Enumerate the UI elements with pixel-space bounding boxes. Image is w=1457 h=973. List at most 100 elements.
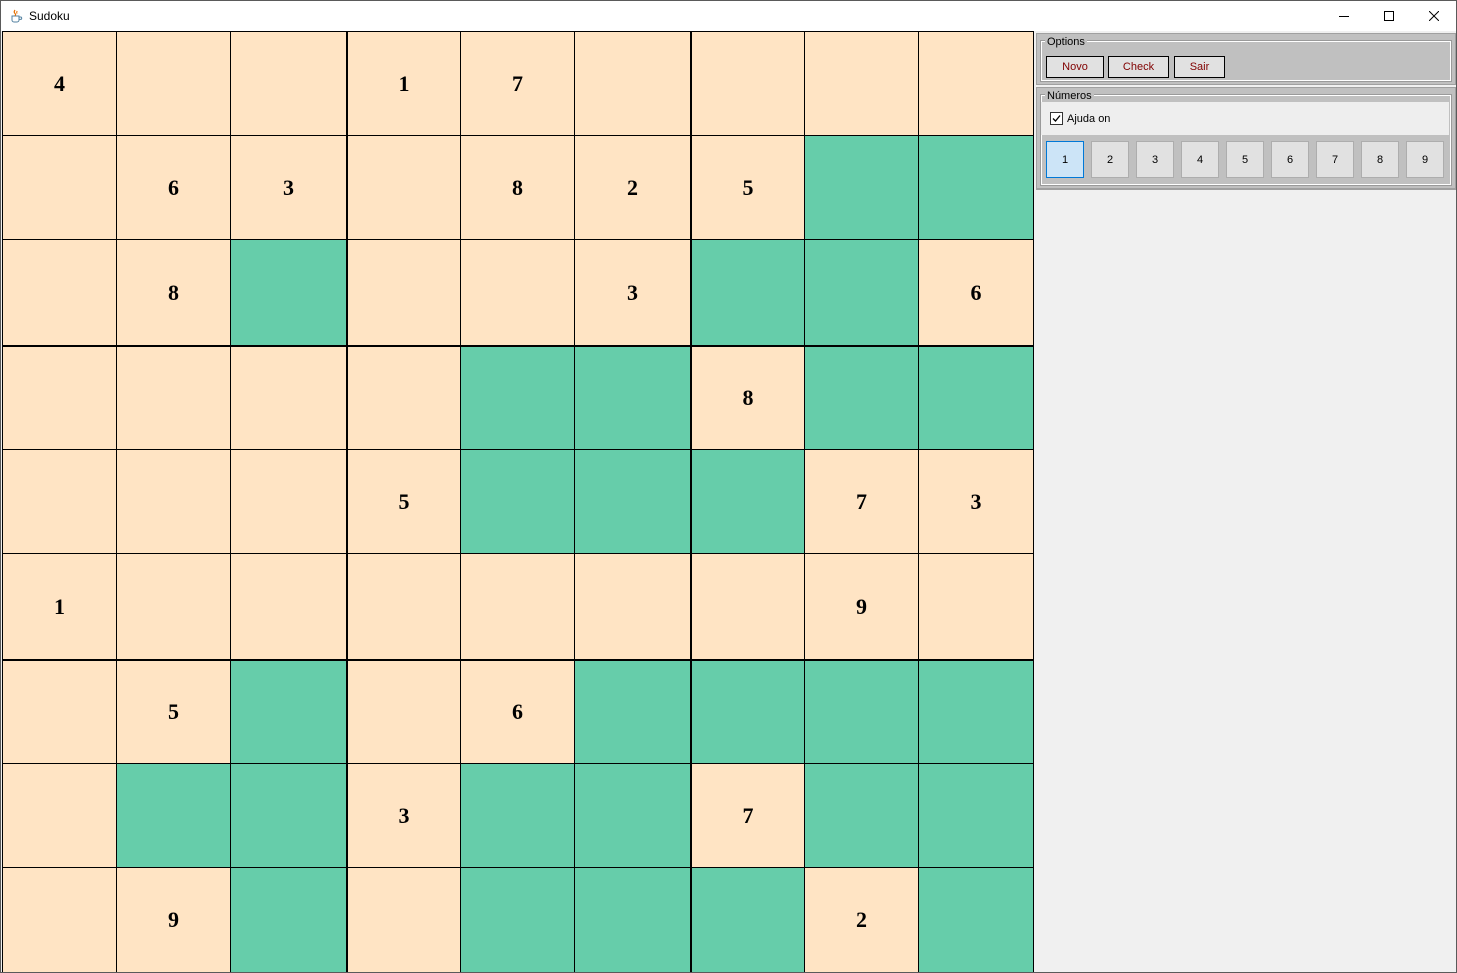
sudoku-cell[interactable] — [3, 450, 116, 553]
hint-cell[interactable] — [692, 661, 804, 763]
help-checkbox[interactable] — [1050, 112, 1063, 125]
number-button-2[interactable]: 2 — [1091, 141, 1129, 178]
minimize-button[interactable] — [1321, 1, 1366, 31]
hint-cell[interactable] — [805, 661, 918, 763]
hint-cell[interactable] — [805, 764, 918, 867]
sudoku-cell[interactable] — [3, 764, 116, 867]
sudoku-cell[interactable] — [231, 554, 346, 659]
sudoku-cell[interactable] — [3, 136, 116, 239]
sudoku-cell[interactable]: 3 — [348, 764, 460, 867]
number-button-3[interactable]: 3 — [1136, 141, 1174, 178]
sudoku-cell[interactable]: 7 — [692, 764, 804, 867]
hint-cell[interactable] — [805, 347, 918, 449]
hint-cell[interactable] — [461, 450, 574, 553]
sudoku-cell[interactable]: 8 — [461, 136, 574, 239]
hint-cell[interactable] — [575, 347, 690, 449]
minimize-icon — [1338, 16, 1349, 17]
sudoku-cell[interactable] — [117, 450, 230, 553]
sudoku-cell[interactable] — [231, 347, 346, 449]
sudoku-cell[interactable] — [117, 32, 230, 135]
sudoku-cell[interactable] — [3, 240, 116, 345]
sudoku-cell[interactable]: 5 — [348, 450, 460, 553]
sudoku-cell[interactable]: 4 — [3, 32, 116, 135]
sudoku-cell[interactable] — [919, 32, 1033, 135]
java-cup-icon — [9, 9, 23, 23]
hint-cell[interactable] — [919, 347, 1033, 449]
hint-cell[interactable] — [461, 764, 574, 867]
hint-cell[interactable] — [575, 450, 690, 553]
hint-cell[interactable] — [919, 136, 1033, 239]
hint-cell[interactable] — [461, 347, 574, 449]
number-button-6[interactable]: 6 — [1271, 141, 1309, 178]
sudoku-cell[interactable] — [348, 347, 460, 449]
sudoku-cell[interactable] — [3, 868, 116, 972]
sudoku-cell[interactable] — [3, 661, 116, 763]
hint-cell[interactable] — [692, 868, 804, 972]
sudoku-cell[interactable]: 3 — [919, 450, 1033, 553]
number-button-1[interactable]: 1 — [1046, 141, 1084, 178]
hint-cell[interactable] — [231, 764, 346, 867]
check-button[interactable]: Check — [1108, 56, 1169, 78]
number-button-4[interactable]: 4 — [1181, 141, 1219, 178]
sudoku-cell[interactable]: 8 — [692, 347, 804, 449]
sudoku-cell[interactable]: 7 — [805, 450, 918, 553]
sudoku-cell[interactable]: 3 — [575, 240, 690, 345]
maximize-button[interactable] — [1366, 1, 1411, 31]
sudoku-cell[interactable]: 1 — [348, 32, 460, 135]
hint-cell[interactable] — [805, 240, 918, 345]
sudoku-cell[interactable]: 6 — [919, 240, 1033, 345]
help-toggle[interactable]: Ajuda on — [1041, 102, 1449, 135]
sudoku-cell[interactable] — [461, 240, 574, 345]
hint-cell[interactable] — [575, 661, 690, 763]
sair-button[interactable]: Sair — [1174, 56, 1225, 78]
sudoku-cell[interactable]: 9 — [805, 554, 918, 659]
hint-cell[interactable] — [919, 661, 1033, 763]
number-button-5[interactable]: 5 — [1226, 141, 1264, 178]
sudoku-cell[interactable]: 5 — [117, 661, 230, 763]
sudoku-cell[interactable] — [348, 661, 460, 763]
hint-cell[interactable] — [231, 661, 346, 763]
sudoku-cell[interactable] — [231, 32, 346, 135]
sudoku-cell[interactable] — [348, 240, 460, 345]
hint-cell[interactable] — [575, 764, 690, 867]
hint-cell[interactable] — [117, 764, 230, 867]
sudoku-cell[interactable] — [692, 554, 804, 659]
sudoku-cell[interactable] — [805, 32, 918, 135]
hint-cell[interactable] — [575, 868, 690, 972]
sudoku-cell[interactable]: 2 — [805, 868, 918, 972]
sudoku-cell[interactable] — [117, 554, 230, 659]
hint-cell[interactable] — [919, 764, 1033, 867]
hint-cell[interactable] — [805, 136, 918, 239]
novo-button[interactable]: Novo — [1046, 56, 1104, 78]
sudoku-cell[interactable]: 2 — [575, 136, 690, 239]
number-button-8[interactable]: 8 — [1361, 141, 1399, 178]
sudoku-cell[interactable] — [461, 554, 574, 659]
sudoku-cell[interactable] — [575, 554, 690, 659]
sudoku-cell[interactable]: 5 — [692, 136, 804, 239]
hint-cell[interactable] — [692, 450, 804, 553]
sudoku-cell[interactable] — [3, 347, 116, 449]
sudoku-cell[interactable] — [692, 32, 804, 135]
sudoku-cell[interactable]: 7 — [461, 32, 574, 135]
sudoku-cell[interactable] — [575, 32, 690, 135]
number-button-9[interactable]: 9 — [1406, 141, 1444, 178]
sudoku-cell[interactable]: 3 — [231, 136, 346, 239]
hint-cell[interactable] — [231, 868, 346, 972]
hint-cell[interactable] — [692, 240, 804, 345]
sudoku-cell[interactable]: 6 — [461, 661, 574, 763]
hint-cell[interactable] — [231, 240, 346, 345]
close-button[interactable] — [1411, 1, 1456, 31]
sudoku-cell[interactable]: 1 — [3, 554, 116, 659]
sudoku-cell[interactable]: 6 — [117, 136, 230, 239]
sudoku-cell[interactable] — [919, 554, 1033, 659]
sudoku-cell[interactable] — [348, 554, 460, 659]
sudoku-cell[interactable]: 8 — [117, 240, 230, 345]
number-button-7[interactable]: 7 — [1316, 141, 1354, 178]
sudoku-cell[interactable] — [231, 450, 346, 553]
hint-cell[interactable] — [461, 868, 574, 972]
sudoku-cell[interactable] — [348, 136, 460, 239]
hint-cell[interactable] — [919, 868, 1033, 972]
sudoku-cell[interactable] — [117, 347, 230, 449]
sudoku-cell[interactable]: 9 — [117, 868, 230, 972]
sudoku-cell[interactable] — [348, 868, 460, 972]
